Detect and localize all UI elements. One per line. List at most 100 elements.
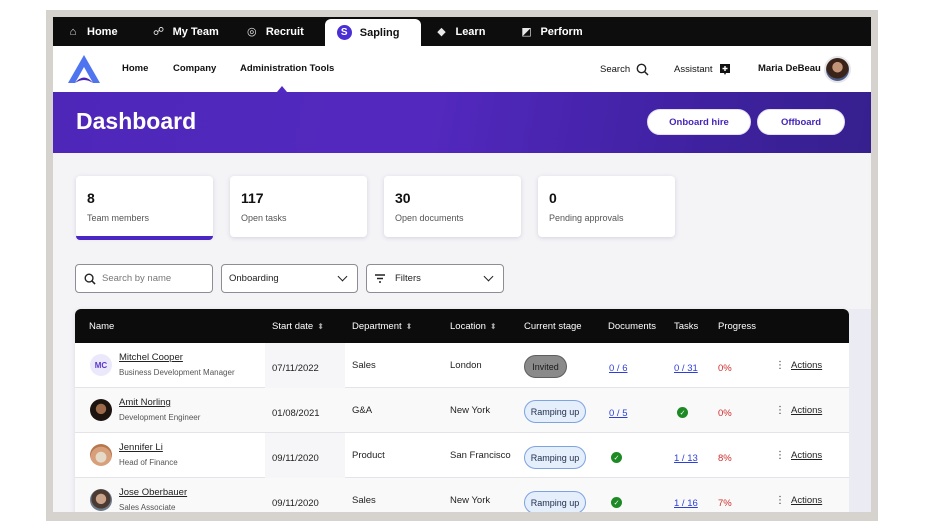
actions-menu[interactable]: ⋮ Actions xyxy=(775,360,822,371)
assistant-button[interactable]: Assistant xyxy=(674,63,731,76)
company-logo-icon[interactable] xyxy=(67,54,101,84)
person-name-link[interactable]: Jose Oberbauer xyxy=(119,487,187,498)
filters-label: Filters xyxy=(395,273,421,284)
actions-menu[interactable]: ⋮ Actions xyxy=(775,405,822,416)
table-row: Jennifer Li Head of Finance 09/11/2020 P… xyxy=(75,433,849,478)
stat-card-open-documents[interactable]: 30 Open documents xyxy=(384,176,521,237)
tab-label: Learn xyxy=(455,25,486,38)
more-vertical-icon: ⋮ xyxy=(775,450,785,461)
tab-home[interactable]: ⌂ Home xyxy=(53,17,131,46)
col-tasks: Tasks xyxy=(674,321,698,332)
person-name-link[interactable]: Amit Norling xyxy=(119,397,171,408)
stage-badge: Invited xyxy=(524,355,567,378)
user-name: Maria DeBeau xyxy=(758,63,821,74)
stat-card-open-tasks[interactable]: 117 Open tasks xyxy=(230,176,367,237)
col-progress: Progress xyxy=(718,321,756,332)
column-label: Location xyxy=(450,321,486,332)
col-start-date[interactable]: Start date ⬍ xyxy=(272,321,324,332)
person-title: Development Engineer xyxy=(119,413,201,422)
tasks-link[interactable]: 1 / 13 xyxy=(674,453,698,464)
person-title: Head of Finance xyxy=(119,458,178,467)
start-date: 09/11/2020 xyxy=(272,498,319,509)
check-circle-icon: ✓ xyxy=(677,407,688,418)
home-icon: ⌂ xyxy=(69,25,77,38)
actions-menu[interactable]: ⋮ Actions xyxy=(775,495,822,506)
column-label: Documents xyxy=(608,321,657,332)
tab-perform[interactable]: ◩ Perform xyxy=(506,17,595,46)
more-vertical-icon: ⋮ xyxy=(775,405,785,416)
filters-dropdown[interactable]: Filters xyxy=(366,264,504,293)
stage-badge: Ramping up xyxy=(524,446,586,469)
user-menu[interactable]: Maria DeBeau xyxy=(758,63,821,74)
department: Sales xyxy=(352,495,376,506)
documents-link[interactable]: 0 / 5 xyxy=(609,408,628,419)
perform-icon: ◩ xyxy=(521,26,532,38)
stat-label: Open tasks xyxy=(241,213,287,223)
user-avatar[interactable] xyxy=(824,56,851,83)
progress-value: 0% xyxy=(718,408,732,419)
stat-label: Team members xyxy=(87,213,150,223)
search-button[interactable]: Search xyxy=(600,63,649,76)
stat-value: 8 xyxy=(87,190,95,206)
avatar xyxy=(90,444,112,466)
stat-card-team-members[interactable]: 8 Team members xyxy=(76,176,213,240)
department: Product xyxy=(352,450,385,461)
col-location[interactable]: Location ⬍ xyxy=(450,321,497,332)
search-icon xyxy=(84,273,96,285)
offboard-button[interactable]: Offboard xyxy=(757,109,845,135)
start-date: 09/11/2020 xyxy=(272,453,319,464)
progress-value: 8% xyxy=(718,453,732,464)
column-label: Tasks xyxy=(674,321,699,332)
tasks-link[interactable]: 1 / 16 xyxy=(674,498,698,509)
table-row: Amit Norling Development Engineer 01/08/… xyxy=(75,388,849,433)
avatar xyxy=(90,399,112,421)
column-label: Progress xyxy=(718,321,757,332)
check-circle-icon: ✓ xyxy=(611,452,622,463)
learn-icon: ◆ xyxy=(437,26,446,38)
location: New York xyxy=(450,495,491,506)
stat-value: 0 xyxy=(549,190,557,206)
team-table: Name Start date ⬍ Department ⬍ Location ⬍ C… xyxy=(75,309,849,512)
assistant-icon xyxy=(719,64,730,75)
page-title: Dashboard xyxy=(76,108,197,134)
stage-select[interactable]: Onboarding xyxy=(221,264,358,293)
nav-administration-tools[interactable]: Administration Tools xyxy=(240,63,334,74)
sort-icon: ⬍ xyxy=(489,321,497,331)
person-name-link[interactable]: Jennifer Li xyxy=(119,442,163,453)
chevron-down-icon xyxy=(483,271,494,282)
tab-my-team[interactable]: ☍ My Team xyxy=(139,17,232,46)
col-name: Name xyxy=(89,321,114,332)
chevron-down-icon xyxy=(337,271,348,282)
actions-label: Actions xyxy=(791,360,823,371)
location: New York xyxy=(450,405,491,416)
progress-value: 0% xyxy=(718,363,732,374)
person-name-link[interactable]: Mitchel Cooper xyxy=(119,352,183,363)
start-date: 07/11/2022 xyxy=(272,363,319,374)
documents-link[interactable]: 0 / 6 xyxy=(609,363,628,374)
nav-home[interactable]: Home xyxy=(122,63,148,74)
tab-recruit[interactable]: ◎ Recruit xyxy=(232,17,317,46)
sort-icon: ⬍ xyxy=(405,321,413,331)
stat-value: 117 xyxy=(241,190,264,206)
department: G&A xyxy=(352,405,373,416)
column-label: Name xyxy=(89,321,115,332)
person-title: Business Development Manager xyxy=(119,368,235,377)
column-label: Department xyxy=(352,321,402,332)
nav-company[interactable]: Company xyxy=(173,63,216,74)
column-label: Start date xyxy=(272,321,314,332)
dashboard-banner: Dashboard Onboard hire Offboard xyxy=(53,92,871,153)
tasks-link[interactable]: 0 / 31 xyxy=(674,363,698,374)
avatar xyxy=(90,489,112,511)
stat-card-pending-approvals[interactable]: 0 Pending approvals xyxy=(538,176,675,237)
onboard-hire-button[interactable]: Onboard hire xyxy=(647,109,751,135)
table-header: Name Start date ⬍ Department ⬍ Location ⬍ C… xyxy=(75,309,849,343)
tab-learn[interactable]: ◆ Learn xyxy=(421,17,498,46)
sort-icon: ⬍ xyxy=(317,321,324,331)
actions-label: Actions xyxy=(791,405,823,416)
tab-sapling[interactable]: S Sapling xyxy=(324,19,422,46)
col-department[interactable]: Department ⬍ xyxy=(352,321,412,332)
search-input[interactable]: Search by name xyxy=(75,264,213,293)
table-row: Jose Oberbauer Sales Associate 09/11/202… xyxy=(75,478,849,512)
page-scrollbar[interactable] xyxy=(849,309,871,512)
actions-menu[interactable]: ⋮ Actions xyxy=(775,450,822,461)
